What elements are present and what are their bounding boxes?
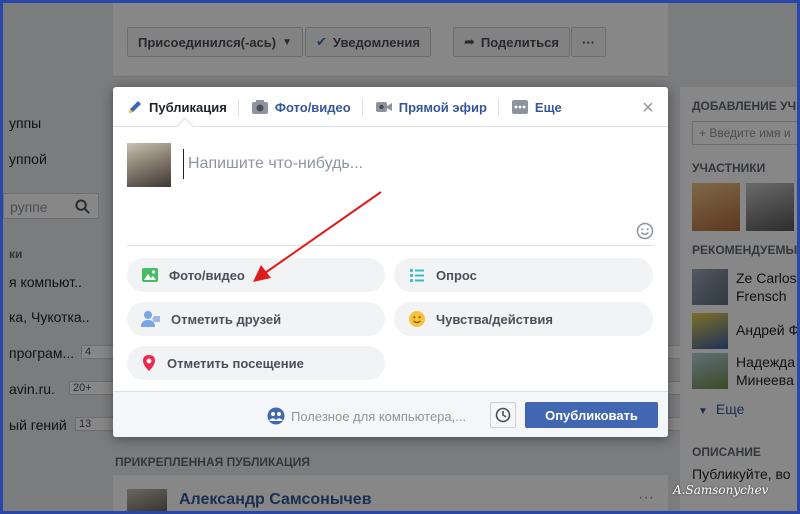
watermark: A.Samsonychev (673, 483, 769, 497)
photo-icon (142, 268, 158, 282)
video-camera-icon (375, 102, 392, 112)
publish-button[interactable]: Опубликовать (525, 402, 658, 428)
audience-selector[interactable]: Полезное для компьютера,... (267, 407, 466, 425)
option-tag-friends[interactable]: Отметить друзей (127, 302, 385, 336)
composer-avatar (127, 143, 171, 187)
option-poll[interactable]: Опрос (394, 258, 653, 292)
group-icon (267, 407, 285, 425)
tab-photo-video[interactable]: Фото/видео (251, 87, 363, 127)
tab-post-label: Публикация (149, 99, 227, 115)
tab-live[interactable]: Прямой эфир (375, 87, 500, 127)
close-icon[interactable]: × (640, 98, 656, 118)
screenshot-frame: Присоединился(-ась) ▼ ✔ Уведомления ➦ По… (0, 0, 800, 514)
composer-footer: Полезное для компьютера,... Опубликовать (113, 391, 668, 437)
option-poll-label: Опрос (436, 267, 477, 283)
option-feelings[interactable]: Чувства/действия (394, 302, 653, 336)
composer-tabs: Публикация Фото/видео Прямой эфир Еще (113, 87, 668, 127)
location-pin-icon (143, 355, 155, 371)
poll-icon (410, 269, 424, 282)
composer-divider (127, 245, 654, 246)
option-tag-friends-label: Отметить друзей (171, 311, 282, 327)
audience-label: Полезное для компьютера,... (291, 408, 467, 424)
option-check-in-label: Отметить посещение (167, 355, 304, 371)
tab-photo-video-label: Фото/видео (274, 99, 351, 115)
tab-more-label: Еще (534, 99, 562, 115)
pencil-icon (129, 101, 141, 113)
option-check-in[interactable]: Отметить посещение (127, 346, 385, 380)
tabs-divider (113, 126, 668, 127)
tab-more[interactable]: Еще (511, 87, 574, 127)
composer-input[interactable] (183, 149, 643, 179)
option-photo-video-label: Фото/видео (169, 267, 245, 283)
camera-icon (251, 100, 268, 114)
schedule-button[interactable] (490, 402, 516, 428)
create-post-dialog: Публикация Фото/видео Прямой эфир Еще × … (113, 87, 668, 437)
tag-friends-icon (141, 311, 160, 327)
feelings-icon (409, 311, 425, 327)
tab-live-label: Прямой эфир (398, 99, 487, 115)
option-photo-video[interactable]: Фото/видео (127, 258, 385, 292)
more-icon (511, 100, 528, 114)
option-feelings-label: Чувства/действия (436, 311, 553, 327)
clock-icon (495, 407, 511, 423)
emoji-icon[interactable] (636, 222, 654, 240)
